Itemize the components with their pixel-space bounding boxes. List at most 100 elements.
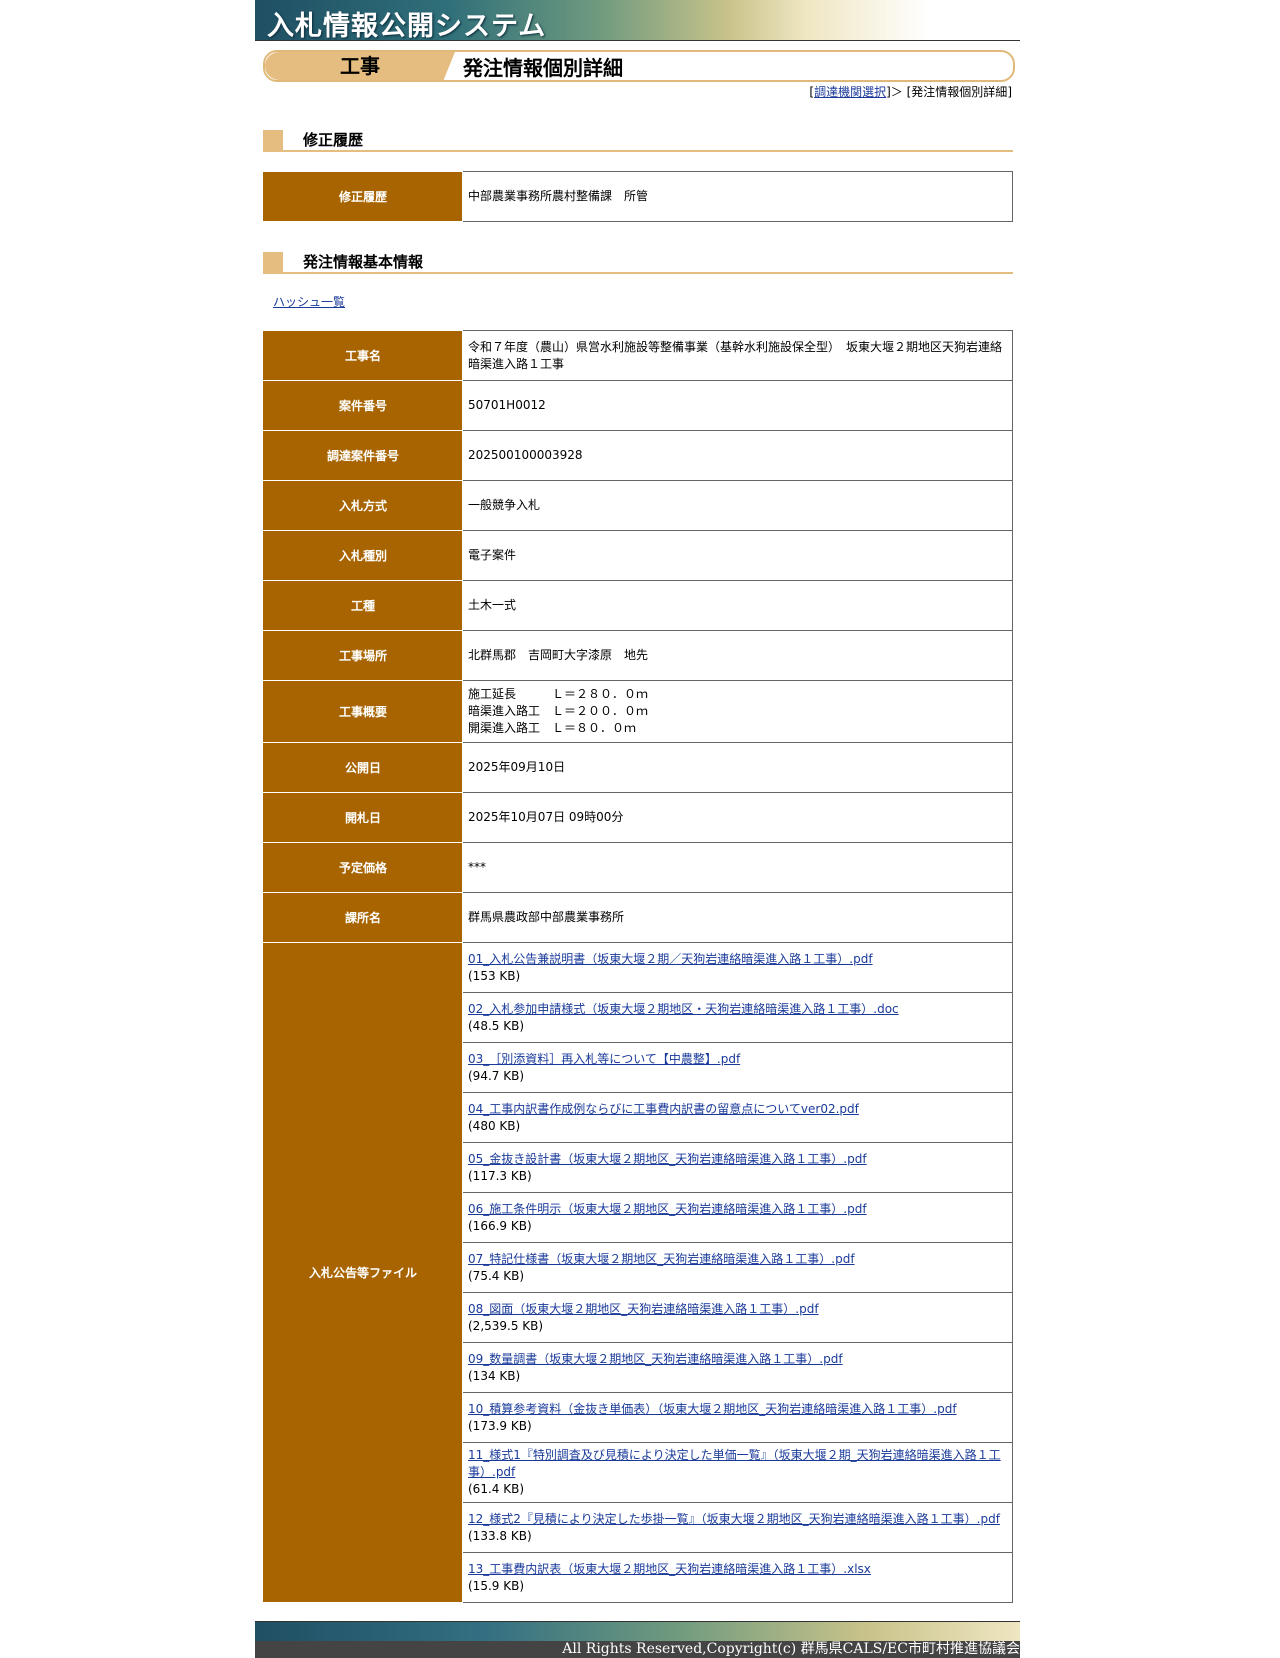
table-row: 工事場所 北群馬郡 吉岡町大字漆原 地先 — [263, 630, 1013, 681]
overview-line: 開渠進入路工 Ｌ＝８０．０ｍ — [468, 721, 637, 735]
row-label-files: 入札公告等ファイル — [263, 942, 463, 1603]
breadcrumb: [調達機関選択]＞ [発注情報個別詳細] — [809, 83, 1012, 100]
table-row: 公開日 2025年09月10日 — [263, 742, 1013, 793]
file-link[interactable]: 10_積算参考資料（金抜き単価表）（坂東大堰２期地区_天狗岩連絡暗渠進入路１工事… — [468, 1402, 957, 1416]
banner-title: 入札情報公開システム — [267, 11, 547, 42]
table-row: 工事概要 施工延長 Ｌ＝２８０．０ｍ 暗渠進入路工 Ｌ＝２００．０ｍ 開渠進入路… — [263, 680, 1013, 743]
row-value: 一般競争入札 — [462, 480, 1013, 531]
overview-line: 暗渠進入路工 Ｌ＝２００．０ｍ — [468, 704, 649, 718]
row-value: 令和７年度（農山）県営水利施設等整備事業（基幹水利施設保全型） 坂東大堰２期地区… — [462, 330, 1013, 381]
file-cell: 13_工事費内訳表（坂東大堰２期地区_天狗岩連絡暗渠進入路１工事）.xlsx (1… — [462, 1552, 1013, 1603]
row-label: 開札日 — [263, 792, 463, 843]
row-label: 修正履歴 — [263, 171, 463, 222]
file-size: (166.9 KB) — [468, 1218, 532, 1233]
overview-line: 施工延長 Ｌ＝２８０．０ｍ — [468, 687, 649, 701]
section-title-revision: 修正履歴 — [303, 131, 364, 149]
file-size: (15.9 KB) — [468, 1578, 524, 1593]
row-value: *** — [462, 842, 1013, 893]
file-cell: 09_数量調書（坂東大堰２期地区_天狗岩連絡暗渠進入路１工事）.pdf (134 … — [462, 1342, 1013, 1393]
row-value: 電子案件 — [462, 530, 1013, 581]
table-row: 工種 土木一式 — [263, 580, 1013, 631]
row-label: 入札方式 — [263, 480, 463, 531]
file-cell: 01_入札公告兼説明書（坂東大堰２期／天狗岩連絡暗渠進入路１工事）.pdf (15… — [462, 942, 1013, 993]
row-label: 公開日 — [263, 742, 463, 793]
row-value: 50701H0012 — [462, 380, 1013, 431]
row-label: 調達案件番号 — [263, 430, 463, 481]
row-value: 北群馬郡 吉岡町大字漆原 地先 — [462, 630, 1013, 681]
row-value-overview: 施工延長 Ｌ＝２８０．０ｍ 暗渠進入路工 Ｌ＝２００．０ｍ 開渠進入路工 Ｌ＝８… — [462, 680, 1013, 743]
file-size: (153 KB) — [468, 968, 521, 983]
table-row: 予定価格 *** — [263, 842, 1013, 893]
table-row: 工事名 令和７年度（農山）県営水利施設等整備事業（基幹水利施設保全型） 坂東大堰２… — [263, 330, 1013, 381]
table-row: 案件番号 50701H0012 — [263, 380, 1013, 431]
file-link[interactable]: 03_［別添資料］再入札等について【中農整】.pdf — [468, 1052, 740, 1066]
file-link[interactable]: 09_数量調書（坂東大堰２期地区_天狗岩連絡暗渠進入路１工事）.pdf — [468, 1352, 843, 1366]
table-row: 開札日 2025年10月07日 09時00分 — [263, 792, 1013, 843]
file-cell: 04_工事内訳書作成例ならびに工事費内訳書の留意点についてver02.pdf (4… — [462, 1092, 1013, 1143]
row-label: 工種 — [263, 580, 463, 631]
file-size: (134 KB) — [468, 1368, 521, 1383]
row-value: 土木一式 — [462, 580, 1013, 631]
row-label: 案件番号 — [263, 380, 463, 431]
file-size: (480 KB) — [468, 1118, 521, 1133]
file-cell: 06_施工条件明示（坂東大堰２期地区_天狗岩連絡暗渠進入路１工事）.pdf (16… — [462, 1192, 1013, 1243]
row-value: 2025年10月07日 09時00分 — [462, 792, 1013, 843]
file-link[interactable]: 04_工事内訳書作成例ならびに工事費内訳書の留意点についてver02.pdf — [468, 1102, 859, 1116]
file-cell: 11_様式1『特別調査及び見積により決定した単価一覧』（坂東大堰２期_天狗岩連絡… — [462, 1442, 1013, 1503]
section-marker — [263, 130, 283, 150]
section-heading-basic-info: 発注情報基本情報 — [263, 252, 1013, 274]
file-size: (94.7 KB) — [468, 1068, 524, 1083]
row-value: 中部農業事務所農村整備課 所管 — [462, 171, 1013, 222]
file-cell: 12_様式2『見積により決定した歩掛一覧』（坂東大堰２期地区_天狗岩連絡暗渠進入… — [462, 1502, 1013, 1553]
file-link[interactable]: 11_様式1『特別調査及び見積により決定した単価一覧』（坂東大堰２期_天狗岩連絡… — [468, 1448, 1001, 1479]
table-row: 課所名 群馬県農政部中部農業事務所 — [263, 892, 1013, 943]
row-value: 2025年09月10日 — [462, 742, 1013, 793]
basic-info-table: 工事名 令和７年度（農山）県営水利施設等整備事業（基幹水利施設保全型） 坂東大堰２… — [263, 330, 1013, 1603]
row-value: 202500100003928 — [462, 430, 1013, 481]
file-size: (133.8 KB) — [468, 1528, 532, 1543]
file-size: (173.9 KB) — [468, 1418, 532, 1433]
file-cell: 08_図面（坂東大堰２期地区_天狗岩連絡暗渠進入路１工事）.pdf (2,539.… — [462, 1292, 1013, 1343]
page-title: 発注情報個別詳細 — [463, 56, 623, 80]
page-heading-bar: 工事 発注情報個別詳細 — [263, 50, 1015, 82]
page: 入札情報公開システム 工事 発注情報個別詳細 [調達機関選択]＞ [発注情報個別… — [255, 0, 1020, 1658]
file-link[interactable]: 05_金抜き設計書（坂東大堰２期地区_天狗岩連絡暗渠進入路１工事）.pdf — [468, 1152, 867, 1166]
row-label: 工事概要 — [263, 680, 463, 743]
row-label: 工事名 — [263, 330, 463, 381]
breadcrumb-link-agency-select[interactable]: 調達機関選択 — [814, 85, 886, 99]
file-size: (61.4 KB) — [468, 1482, 524, 1496]
hash-list-link[interactable]: ハッシュ一覧 — [273, 293, 345, 310]
row-label: 課所名 — [263, 892, 463, 943]
file-link[interactable]: 01_入札公告兼説明書（坂東大堰２期／天狗岩連絡暗渠進入路１工事）.pdf — [468, 952, 873, 966]
file-link[interactable]: 02_入札参加申請様式（坂東大堰２期地区・天狗岩連絡暗渠進入路１工事）.doc — [468, 1002, 899, 1016]
section-heading-revision: 修正履歴 — [263, 130, 1013, 152]
file-link[interactable]: 13_工事費内訳表（坂東大堰２期地区_天狗岩連絡暗渠進入路１工事）.xlsx — [468, 1562, 871, 1576]
file-size: (48.5 KB) — [468, 1018, 524, 1033]
table-row: 修正履歴 中部農業事務所農村整備課 所管 — [263, 171, 1013, 222]
row-value: 群馬県農政部中部農業事務所 — [462, 892, 1013, 943]
breadcrumb-current: 発注情報個別詳細 — [911, 85, 1008, 99]
table-row: 調達案件番号 202500100003928 — [263, 430, 1013, 481]
heading-category: 工事 — [340, 54, 380, 78]
file-link[interactable]: 08_図面（坂東大堰２期地区_天狗岩連絡暗渠進入路１工事）.pdf — [468, 1302, 819, 1316]
file-cell: 07_特記仕様書（坂東大堰２期地区_天狗岩連絡暗渠進入路１工事）.pdf (75.… — [462, 1242, 1013, 1293]
file-cell: 02_入札参加申請様式（坂東大堰２期地区・天狗岩連絡暗渠進入路１工事）.doc (… — [462, 992, 1013, 1043]
row-label: 工事場所 — [263, 630, 463, 681]
table-row: 入札方式 一般競争入札 — [263, 480, 1013, 531]
file-cell: 10_積算参考資料（金抜き単価表）（坂東大堰２期地区_天狗岩連絡暗渠進入路１工事… — [462, 1392, 1013, 1443]
breadcrumb-close-bracket: ] — [1007, 85, 1012, 99]
footer-copyright: All Rights Reserved,Copyright(c) 群馬県CALS… — [255, 1641, 1020, 1658]
file-link[interactable]: 06_施工条件明示（坂東大堰２期地区_天狗岩連絡暗渠進入路１工事）.pdf — [468, 1202, 867, 1216]
file-cell: 05_金抜き設計書（坂東大堰２期地区_天狗岩連絡暗渠進入路１工事）.pdf (11… — [462, 1142, 1013, 1193]
file-size: (75.4 KB) — [468, 1268, 524, 1283]
table-row: 入札種別 電子案件 — [263, 530, 1013, 581]
footer-banner — [255, 1621, 1020, 1642]
file-link[interactable]: 12_様式2『見積により決定した歩掛一覧』（坂東大堰２期地区_天狗岩連絡暗渠進入… — [468, 1512, 1000, 1526]
row-label: 入札種別 — [263, 530, 463, 581]
revision-table: 修正履歴 中部農業事務所農村整備課 所管 — [263, 171, 1013, 222]
section-title-basic-info: 発注情報基本情報 — [303, 253, 424, 271]
file-cell: 03_［別添資料］再入札等について【中農整】.pdf (94.7 KB) — [462, 1042, 1013, 1093]
breadcrumb-separator: ]＞ [ — [886, 85, 912, 99]
header-banner: 入札情報公開システム — [255, 0, 1020, 42]
file-link[interactable]: 07_特記仕様書（坂東大堰２期地区_天狗岩連絡暗渠進入路１工事）.pdf — [468, 1252, 855, 1266]
